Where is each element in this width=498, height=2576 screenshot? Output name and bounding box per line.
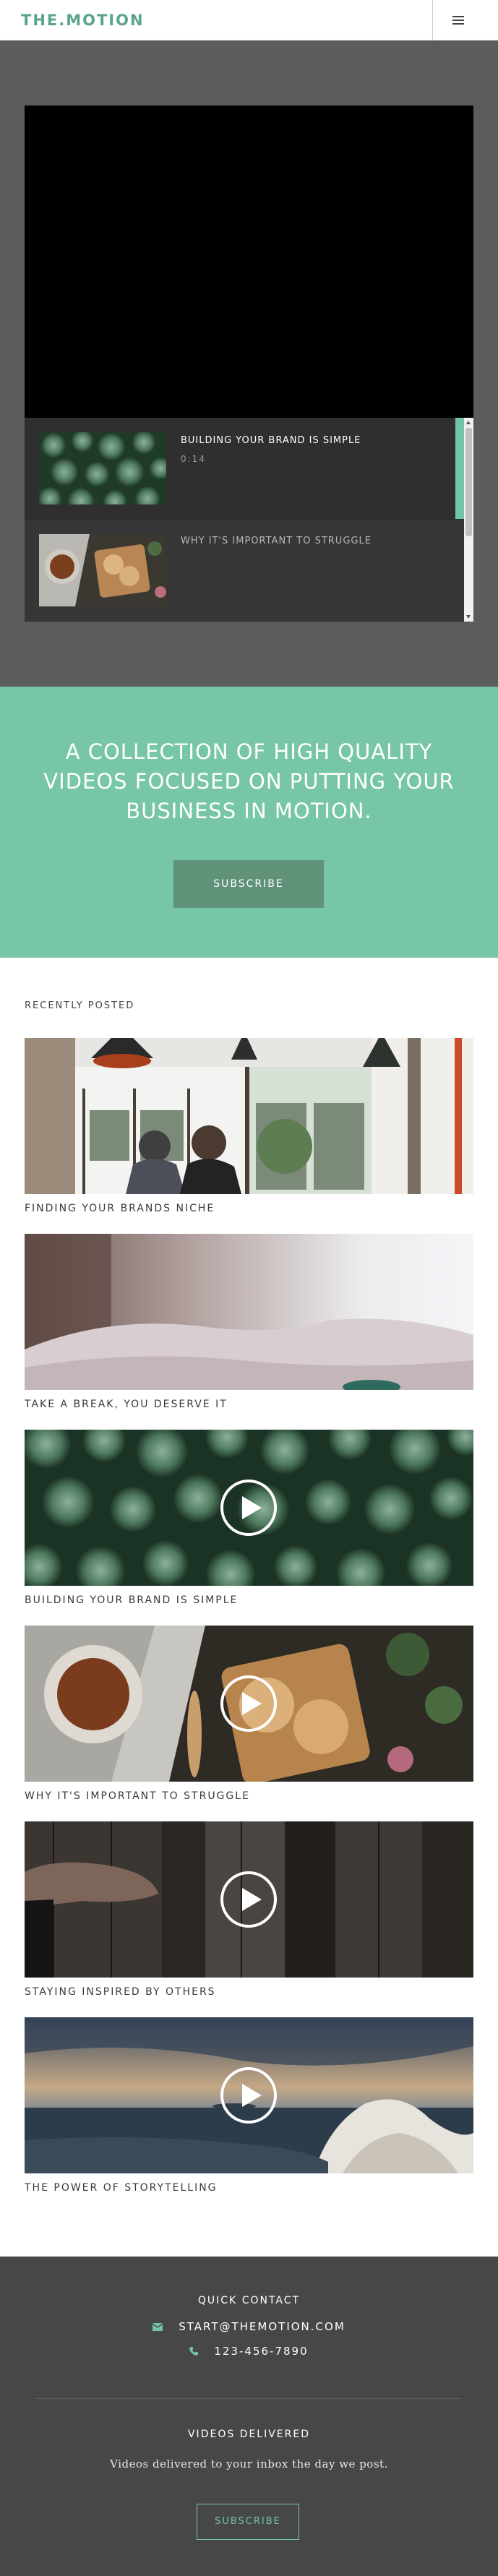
playlist-thumbnail [39,432,166,505]
scroll-up-icon[interactable] [466,421,471,424]
post-title[interactable]: WHY IT'S IMPORTANT TO STRUGGLE [25,1790,250,1802]
footer-subscribe-button[interactable]: SUBSCRIBE [197,2504,299,2540]
video-player[interactable] [25,106,473,418]
post-title[interactable]: STAYING INSPIRED BY OTHERS [25,1986,216,1998]
videos-delivered-heading: VIDEOS DELIVERED [187,2429,311,2440]
subscribe-banner: A COLLECTION OF HIGH QUALITY VIDEOS FOCU… [0,687,498,958]
post-title[interactable]: THE POWER OF STORYTELLING [25,2182,218,2194]
email-text[interactable]: START@THEMOTION.COM [179,2320,345,2333]
site-footer: QUICK CONTACT START@THEMOTION.COM 123-45… [0,2257,498,2576]
footer-divider [36,2398,462,2399]
playlist-item[interactable]: WHY IT'S IMPORTANT TO STRUGGLE [25,519,464,621]
post-title[interactable]: TAKE A BREAK, YOU DESERVE IT [25,1399,228,1410]
playlist-item-duration: 0:14 [181,454,206,464]
playlist-item-title: BUILDING YOUR BRAND IS SIMPLE [181,435,361,446]
play-icon[interactable] [220,2066,278,2124]
post-image [25,1430,473,1586]
site-logo[interactable]: THE.MOTION [21,12,145,29]
post-title[interactable]: FINDING YOUR BRANDS NICHE [25,1203,215,1214]
banner-tagline: A COLLECTION OF HIGH QUALITY VIDEOS FOCU… [43,739,455,823]
post-title[interactable]: BUILDING YOUR BRAND IS SIMPLE [25,1594,238,1606]
play-icon[interactable] [220,1871,278,1928]
active-indicator [455,418,464,519]
playlist-scrollbar[interactable] [464,418,473,622]
envelope-icon [152,2321,163,2334]
post-image [25,2017,473,2173]
video-playlist: BUILDING YOUR BRAND IS SIMPLE 0:14 WHY I [25,418,473,622]
post-image [25,1626,473,1782]
subscribe-button[interactable]: SUBSCRIBE [173,860,324,908]
videos-delivered-text: Videos delivered to your inbox the day w… [110,2457,388,2470]
site-header: THE.MOTION [0,0,498,48]
post-image [25,1821,473,1978]
hamburger-menu-icon[interactable] [448,10,470,30]
video-section: BUILDING YOUR BRAND IS SIMPLE 0:14 WHY I [0,40,498,687]
play-icon[interactable] [220,1675,278,1733]
quick-contact-heading: QUICK CONTACT [197,2295,301,2306]
post-image [25,1038,473,1194]
playlist-item-title: WHY IT'S IMPORTANT TO STRUGGLE [181,536,372,546]
scrollbar-thumb[interactable] [465,428,472,536]
scroll-down-icon[interactable] [466,615,471,619]
contact-email[interactable]: START@THEMOTION.COM [0,2320,498,2334]
playlist-item[interactable]: BUILDING YOUR BRAND IS SIMPLE 0:14 [25,418,464,519]
phone-text[interactable]: 123-456-7890 [214,2345,308,2358]
play-icon[interactable] [220,1479,278,1537]
playlist-thumbnail [39,534,166,606]
phone-icon [189,2345,199,2358]
contact-phone[interactable]: 123-456-7890 [0,2345,498,2358]
post-image [25,1234,473,1390]
recent-heading: RECENTLY POSTED [25,1000,135,1011]
